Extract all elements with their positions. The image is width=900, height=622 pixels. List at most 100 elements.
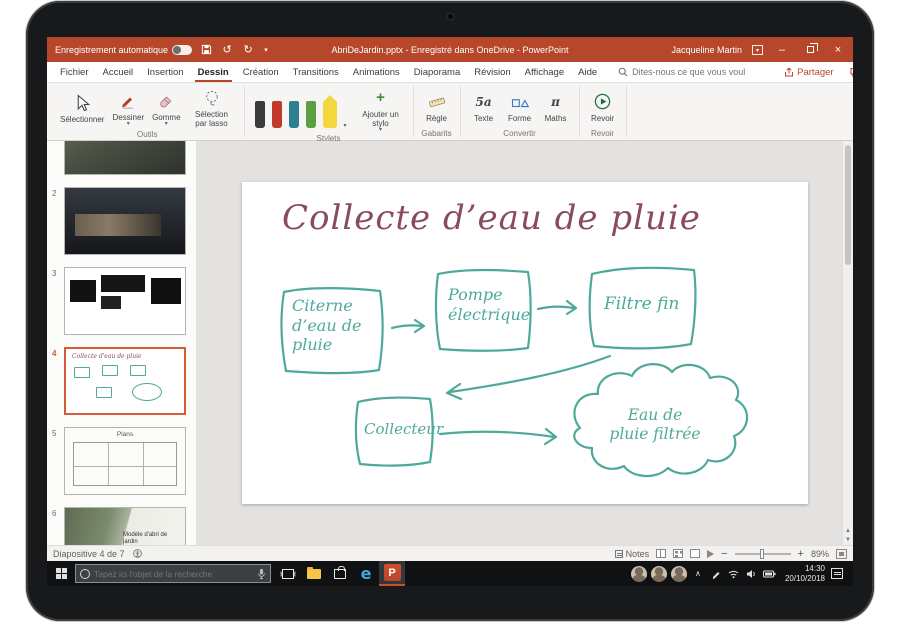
notes-icon: [614, 549, 623, 558]
previous-slide-button[interactable]: ▲: [845, 528, 851, 534]
zoom-level[interactable]: 89%: [811, 549, 829, 559]
thumbnail-image[interactable]: Plans: [64, 427, 186, 495]
action-center-button[interactable]: [831, 568, 843, 579]
thumbnail-image[interactable]: Collecte d'eau de pluie: [64, 347, 186, 415]
label-pompe[interactable]: Pompe électrique: [448, 285, 530, 324]
label-filtre[interactable]: Filtre fin: [604, 294, 679, 315]
label-collecteur[interactable]: Collecteur: [364, 420, 443, 438]
close-button[interactable]: ×: [829, 41, 847, 59]
ink-to-text-button[interactable]: 5a Texte: [467, 89, 501, 124]
search-input[interactable]: [632, 67, 771, 77]
people-avatar[interactable]: [650, 565, 667, 582]
quick-access-chevron-icon[interactable]: ▾: [262, 42, 270, 58]
battery-icon[interactable]: [761, 561, 779, 586]
taskbar-search-input[interactable]: [94, 568, 253, 579]
thumbnail-image[interactable]: Modèle d'abri de jardin: [64, 507, 186, 545]
share-button[interactable]: Partager: [776, 62, 841, 82]
thumbnail-slide-3[interactable]: 3: [52, 267, 196, 335]
vertical-scrollbar[interactable]: ▲ ▼: [842, 141, 853, 545]
wifi-icon[interactable]: [725, 561, 743, 586]
ink-to-math-button[interactable]: π Maths: [539, 89, 573, 124]
label-citerne[interactable]: Citerne d’eau de pluie: [292, 296, 361, 355]
tab-diaporama[interactable]: Diaporama: [407, 62, 467, 82]
label-cloud[interactable]: Eau de pluie filtrée: [594, 406, 716, 444]
undo-button[interactable]: ↺: [220, 42, 234, 58]
green-pen[interactable]: [305, 101, 316, 129]
tab-insertion[interactable]: Insertion: [140, 62, 190, 82]
volume-icon[interactable]: [743, 561, 761, 586]
tab-aide[interactable]: Aide: [571, 62, 604, 82]
comments-button[interactable]: Commentaires: [842, 62, 853, 82]
slideshow-button[interactable]: [707, 549, 715, 558]
people-avatar[interactable]: [630, 565, 647, 582]
zoom-out-button[interactable]: −: [721, 548, 727, 559]
microphone-icon[interactable]: [257, 568, 266, 580]
edge-button[interactable]: e: [353, 561, 379, 586]
zoom-slider[interactable]: [734, 548, 791, 559]
next-slide-button[interactable]: ▼: [845, 537, 851, 543]
thumbnail-slide-4-selected[interactable]: 4 Collecte d'eau de pluie: [52, 347, 196, 415]
thumbnail-image[interactable]: [64, 187, 186, 255]
windows-ink-tray-icon[interactable]: [707, 561, 725, 586]
autosave-label: Enregistrement automatique: [55, 44, 169, 55]
ink-replay-button[interactable]: Revoir: [586, 89, 620, 124]
teal-pen[interactable]: [288, 101, 299, 129]
draw-tool-button[interactable]: Dessiner ▾: [109, 88, 147, 127]
autosave-toggle[interactable]: [172, 44, 193, 55]
task-view-button[interactable]: [275, 561, 301, 586]
thumbnail-image[interactable]: [64, 141, 186, 175]
red-pen[interactable]: [271, 101, 282, 129]
tab-animations[interactable]: Animations: [346, 62, 407, 82]
zoom-slider-thumb[interactable]: [760, 548, 765, 559]
pen-gallery-chevron-icon[interactable]: ▾: [344, 123, 347, 129]
add-pen-button[interactable]: + Ajouter un stylo ▾: [355, 85, 407, 133]
redo-button[interactable]: ↻: [241, 42, 255, 58]
powerpoint-button[interactable]: P: [379, 561, 405, 586]
people-avatar[interactable]: [670, 565, 687, 582]
tab-accueil[interactable]: Accueil: [96, 62, 141, 82]
thumbnail-slide-2[interactable]: 2: [52, 187, 196, 255]
tab-revision[interactable]: Révision: [467, 62, 517, 82]
tab-transitions[interactable]: Transitions: [286, 62, 346, 82]
eraser-tool-button[interactable]: Gomme ▾: [149, 88, 183, 127]
tell-me-search[interactable]: [618, 62, 771, 82]
file-explorer-button[interactable]: [301, 561, 327, 586]
ribbon-group-revoir: Revoir Revoir: [580, 83, 626, 140]
minimize-button[interactable]: –: [773, 41, 791, 59]
reading-view-button[interactable]: [690, 549, 701, 558]
store-button[interactable]: [327, 561, 353, 586]
normal-view-button[interactable]: [656, 549, 667, 558]
accessibility-icon[interactable]: [132, 549, 142, 558]
tab-fichier[interactable]: Fichier: [53, 62, 96, 82]
thumbnail-slide-6[interactable]: 6 Modèle d'abri de jardin: [52, 507, 196, 545]
notes-button[interactable]: Notes: [614, 549, 649, 559]
slide-thumbnail-panel[interactable]: 1 2 3 4: [47, 141, 197, 545]
tab-creation[interactable]: Création: [236, 62, 286, 82]
taskbar-clock[interactable]: 14:30 20/10/2018: [779, 564, 831, 582]
ink-to-shape-button[interactable]: Forme: [503, 89, 537, 124]
start-button[interactable]: [47, 561, 75, 586]
black-pen[interactable]: [254, 101, 265, 129]
thumbnail-image[interactable]: [64, 267, 186, 335]
taskbar-search[interactable]: [75, 564, 271, 583]
windows-taskbar: e P ∧ 14:30 20/10/2018: [47, 561, 853, 586]
slide-sorter-view-button[interactable]: [673, 549, 684, 558]
share-label: Partager: [797, 66, 834, 78]
thumbnail-slide-5[interactable]: 5 Plans: [52, 427, 196, 495]
slide[interactable]: Collecte d’eau de pluie Citerne d’eau de…: [242, 182, 808, 504]
save-button[interactable]: [199, 42, 213, 58]
yellow-highlighter[interactable]: [322, 95, 337, 129]
thumbnail-slide-1[interactable]: 1: [52, 141, 196, 175]
ruler-button[interactable]: Règle: [420, 89, 454, 124]
show-hidden-icons-button[interactable]: ∧: [689, 561, 707, 586]
tab-dessin[interactable]: Dessin: [191, 62, 236, 82]
fit-to-window-button[interactable]: [836, 548, 847, 559]
zoom-in-button[interactable]: +: [798, 548, 804, 559]
ribbon-display-options-button[interactable]: ▾: [752, 44, 763, 55]
tab-affichage[interactable]: Affichage: [518, 62, 571, 82]
maximize-button[interactable]: [801, 41, 819, 59]
select-tool-button[interactable]: Sélectionner: [57, 90, 107, 125]
scrollbar-thumb[interactable]: [845, 145, 851, 265]
autosave-control[interactable]: Enregistrement automatique: [55, 44, 193, 55]
lasso-select-button[interactable]: Sélection par lasso: [186, 85, 238, 129]
